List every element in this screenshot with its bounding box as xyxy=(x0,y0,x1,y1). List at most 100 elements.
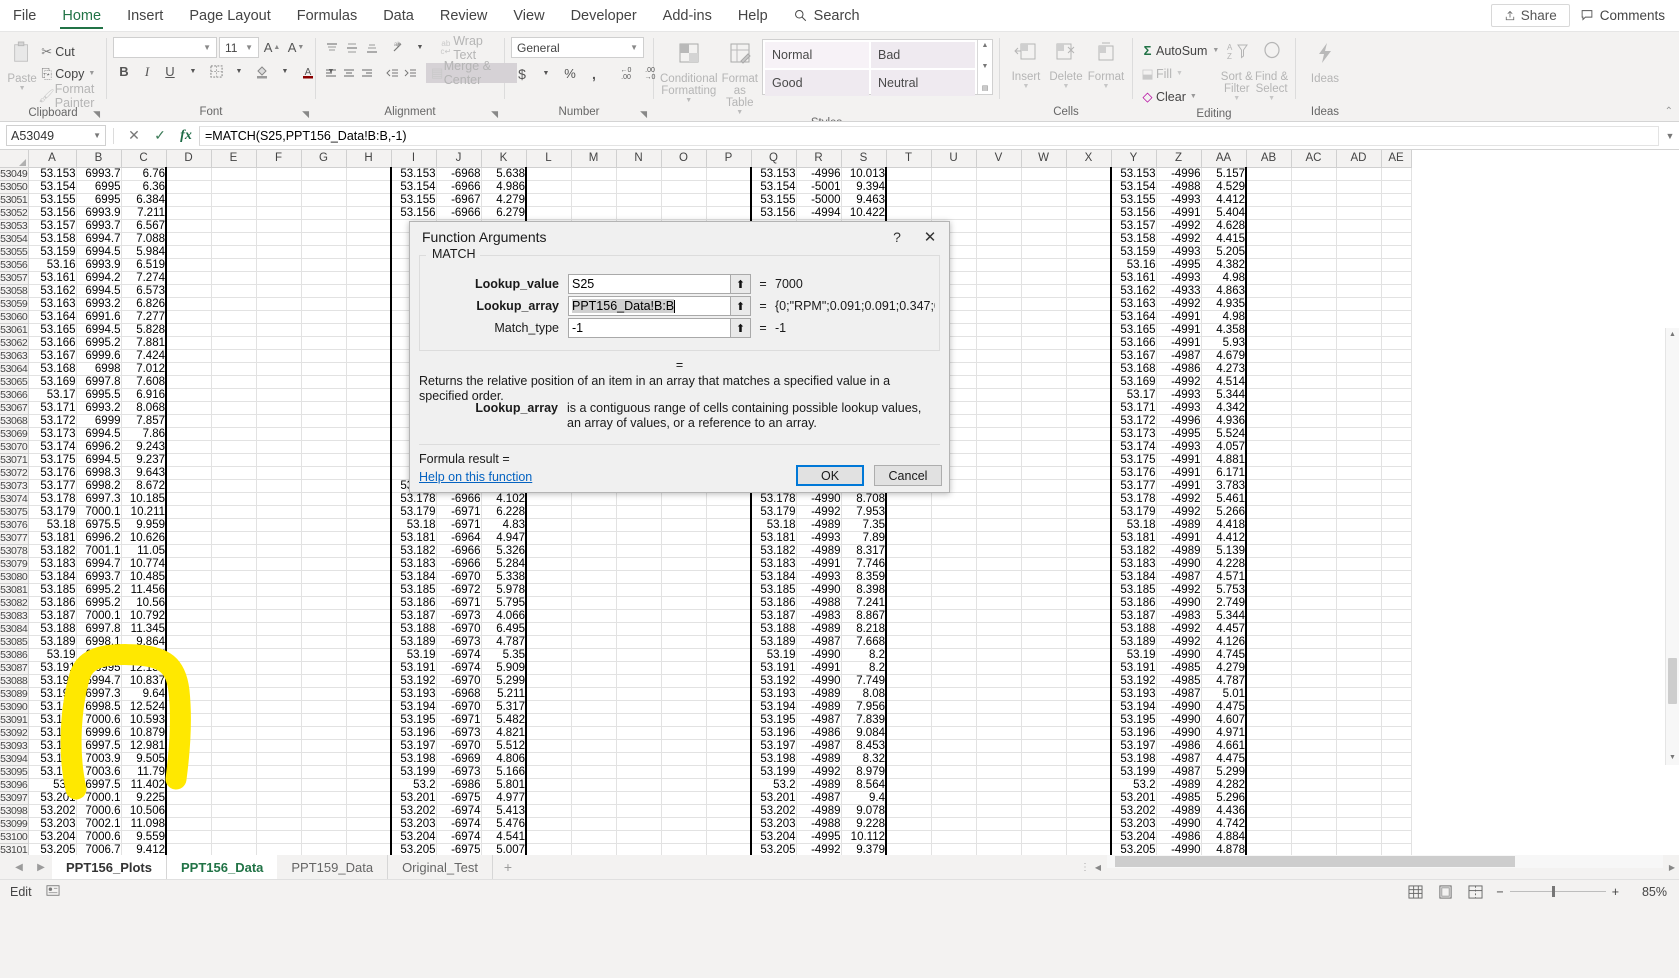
cell-ab53083[interactable] xyxy=(1246,609,1292,623)
cell-y53080[interactable]: 53.184 xyxy=(1110,570,1157,584)
cell-w53093[interactable] xyxy=(1021,739,1067,753)
cell-f53089[interactable] xyxy=(256,687,302,701)
cell-g53049[interactable] xyxy=(301,167,347,181)
fill-color-icon[interactable] xyxy=(251,61,273,82)
cell-b53076[interactable]: 6975.5 xyxy=(76,518,122,532)
cell-y53076[interactable]: 53.18 xyxy=(1110,518,1157,532)
normal-view-icon[interactable] xyxy=(1406,884,1424,900)
cell-ab53078[interactable] xyxy=(1246,544,1292,558)
cell-e53052[interactable] xyxy=(211,206,257,220)
cell-p53074[interactable] xyxy=(706,492,752,506)
column-header-ab[interactable]: AB xyxy=(1246,150,1292,168)
cell-u53086[interactable] xyxy=(931,648,977,662)
cell-g53062[interactable] xyxy=(301,336,347,350)
cell-h53075[interactable] xyxy=(346,505,392,519)
cell-ab53070[interactable] xyxy=(1246,440,1292,454)
cell-d53100[interactable] xyxy=(166,830,212,844)
ribbon-tab-data[interactable]: Data xyxy=(370,0,427,31)
cell-aa53054[interactable]: 4.415 xyxy=(1201,232,1247,246)
orientation-dropdown-icon[interactable]: ▼ xyxy=(410,37,429,58)
cell-h53086[interactable] xyxy=(346,648,392,662)
cell-h53060[interactable] xyxy=(346,310,392,324)
cell-r53077[interactable]: -4993 xyxy=(796,531,842,545)
table-row[interactable]: 53078 53.182 7001.1 11.05 53.182 -6966 5.326 53… xyxy=(0,544,1412,558)
cell-z53074[interactable]: -4992 xyxy=(1156,492,1202,506)
cell-f53086[interactable] xyxy=(256,648,302,662)
cell-i53049[interactable]: 53.153 xyxy=(390,167,437,181)
cell-y53074[interactable]: 53.178 xyxy=(1110,492,1157,506)
cell-l53094[interactable] xyxy=(526,752,572,766)
cell-g53095[interactable] xyxy=(301,765,347,779)
cell-aa53078[interactable]: 5.139 xyxy=(1201,544,1247,558)
cell-g53066[interactable] xyxy=(301,388,347,402)
cell-ac53060[interactable] xyxy=(1291,310,1337,324)
cell-ac53077[interactable] xyxy=(1291,531,1337,545)
cell-ac53097[interactable] xyxy=(1291,791,1337,805)
cell-l53087[interactable] xyxy=(526,661,572,675)
cell-b53055[interactable]: 6994.5 xyxy=(76,245,122,259)
column-header-n[interactable]: N xyxy=(616,150,662,168)
cell-h53056[interactable] xyxy=(346,258,392,272)
cell-a53053[interactable]: 53.157 xyxy=(28,219,77,233)
cell-e53058[interactable] xyxy=(211,284,257,298)
cell-ad53074[interactable] xyxy=(1336,492,1382,506)
cell-ad53086[interactable] xyxy=(1336,648,1382,662)
cell-ab53052[interactable] xyxy=(1246,206,1292,220)
row-header[interactable]: 53094 xyxy=(0,752,29,766)
cell-s53050[interactable]: 9.394 xyxy=(841,180,887,194)
row-header[interactable]: 53083 xyxy=(0,609,29,623)
cell-ae53099[interactable] xyxy=(1381,817,1412,831)
cell-u53092[interactable] xyxy=(931,726,977,740)
cell-w53067[interactable] xyxy=(1021,401,1067,415)
cell-j53100[interactable]: -6974 xyxy=(436,830,482,844)
cell-d53059[interactable] xyxy=(166,297,212,311)
cell-ac53085[interactable] xyxy=(1291,635,1337,649)
cell-h53093[interactable] xyxy=(346,739,392,753)
cell-aa53067[interactable]: 4.342 xyxy=(1201,401,1247,415)
cell-s53088[interactable]: 7.749 xyxy=(841,674,887,688)
cell-z53072[interactable]: -4991 xyxy=(1156,466,1202,480)
cell-g53056[interactable] xyxy=(301,258,347,272)
cell-j53092[interactable]: -6973 xyxy=(436,726,482,740)
cell-g53099[interactable] xyxy=(301,817,347,831)
cell-i53087[interactable]: 53.191 xyxy=(390,661,437,675)
cell-y53082[interactable]: 53.186 xyxy=(1110,596,1157,610)
cell-g53074[interactable] xyxy=(301,492,347,506)
cell-v53069[interactable] xyxy=(976,427,1022,441)
cell-z53077[interactable]: -4991 xyxy=(1156,531,1202,545)
cell-p53049[interactable] xyxy=(706,167,752,181)
cell-f53092[interactable] xyxy=(256,726,302,740)
cell-b53057[interactable]: 6994.2 xyxy=(76,271,122,285)
cell-v53093[interactable] xyxy=(976,739,1022,753)
cell-c53095[interactable]: 11.79 xyxy=(121,765,167,779)
cell-n53089[interactable] xyxy=(616,687,662,701)
cell-d53081[interactable] xyxy=(166,583,212,597)
cell-f53096[interactable] xyxy=(256,778,302,792)
cell-r53082[interactable]: -4988 xyxy=(796,596,842,610)
cell-ae53075[interactable] xyxy=(1381,505,1412,519)
cell-i53100[interactable]: 53.204 xyxy=(390,830,437,844)
cell-c53049[interactable]: 6.76 xyxy=(121,167,167,181)
cell-e53077[interactable] xyxy=(211,531,257,545)
cell-g53100[interactable] xyxy=(301,830,347,844)
cell-b53074[interactable]: 6997.3 xyxy=(76,492,122,506)
underline-dropdown-icon[interactable]: ▼ xyxy=(182,61,204,82)
hscroll-left-icon[interactable]: ◀ xyxy=(1091,855,1105,879)
share-button[interactable]: Share xyxy=(1490,4,1570,27)
cell-p53099[interactable] xyxy=(706,817,752,831)
cell-a53064[interactable]: 53.168 xyxy=(28,362,77,376)
cell-w53063[interactable] xyxy=(1021,349,1067,363)
cell-ac53092[interactable] xyxy=(1291,726,1337,740)
cell-i53082[interactable]: 53.186 xyxy=(390,596,437,610)
cell-c53079[interactable]: 10.774 xyxy=(121,557,167,571)
cell-w53095[interactable] xyxy=(1021,765,1067,779)
cell-x53099[interactable] xyxy=(1066,817,1112,831)
table-row[interactable]: 53101 53.205 7006.7 9.412 53.205 -6975 5.007 53… xyxy=(0,843,1412,855)
cell-a53071[interactable]: 53.175 xyxy=(28,453,77,467)
cell-f53059[interactable] xyxy=(256,297,302,311)
cell-ad53058[interactable] xyxy=(1336,284,1382,298)
ribbon-tab-developer[interactable]: Developer xyxy=(558,0,650,31)
cell-aa53082[interactable]: 2.749 xyxy=(1201,596,1247,610)
cell-d53088[interactable] xyxy=(166,674,212,688)
cell-w53091[interactable] xyxy=(1021,713,1067,727)
